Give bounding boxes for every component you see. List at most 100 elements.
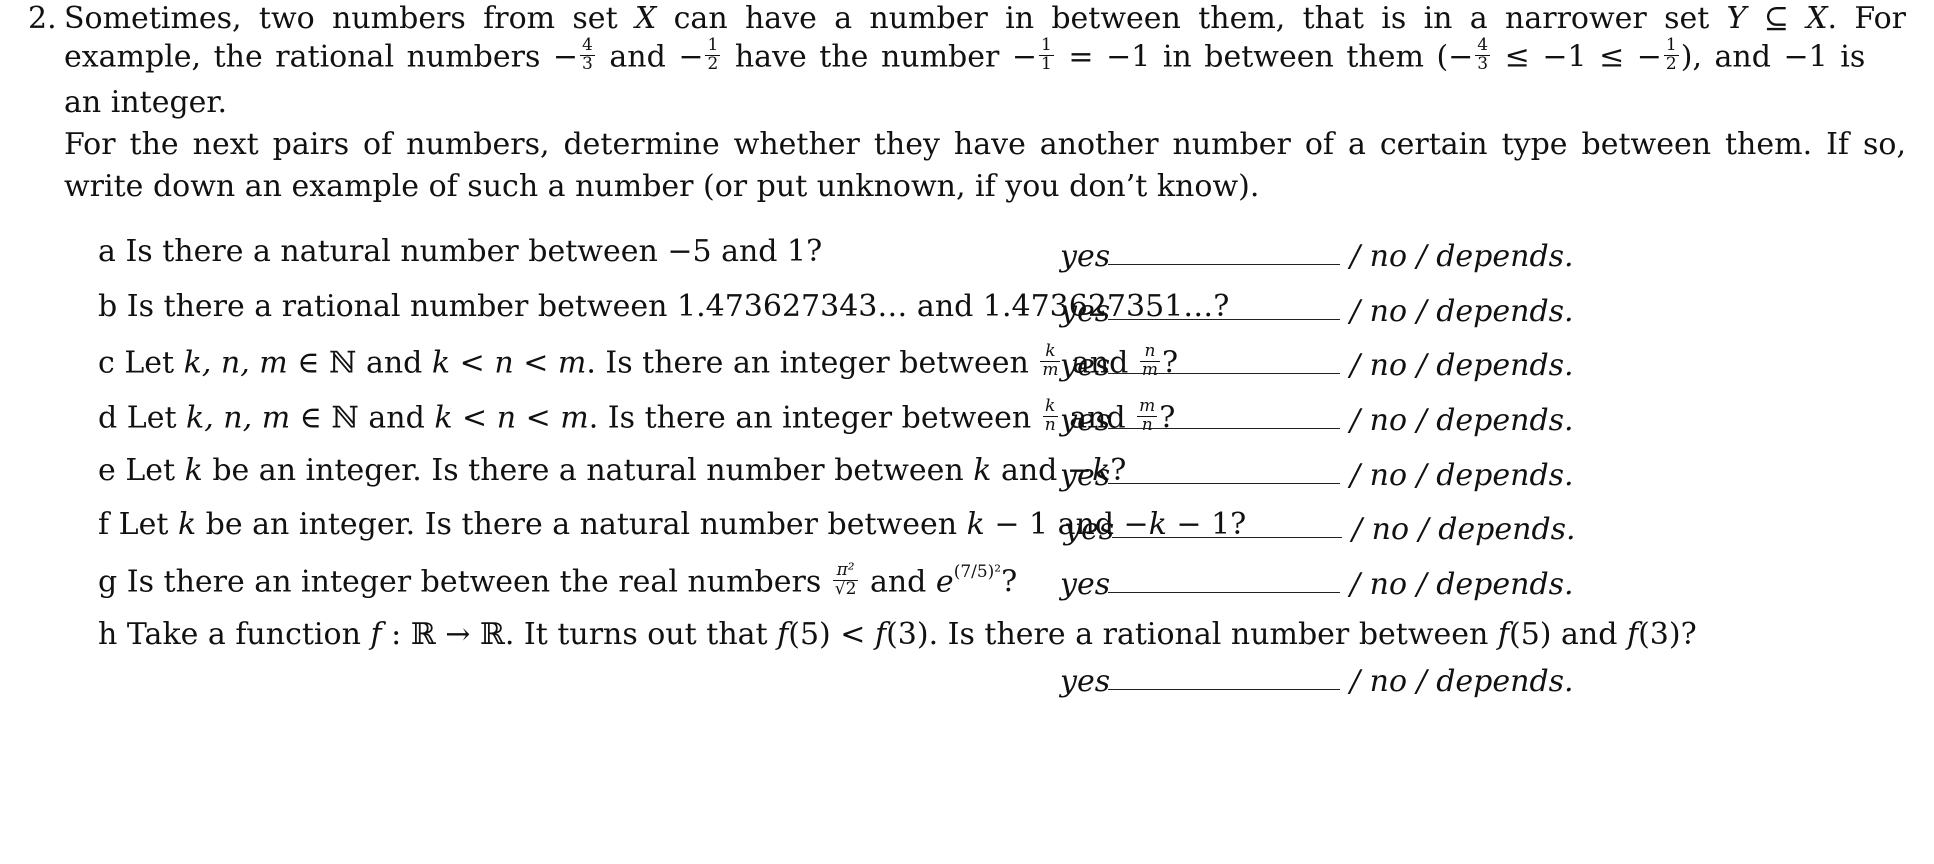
fraction: mn <box>1137 397 1158 435</box>
question-text: < <box>450 345 495 381</box>
answer-no-depends-options[interactable]: / no / depends. <box>1350 348 1574 383</box>
question-text: Let <box>125 453 185 488</box>
question-text: (3). Is there a rational number between <box>886 617 1498 652</box>
denominator: m <box>1141 359 1159 380</box>
question-label: d <box>98 400 118 436</box>
question-text: < <box>452 400 497 436</box>
question-text: Take a function <box>126 617 371 652</box>
answer-blank-field[interactable] <box>1108 483 1340 484</box>
question-d: d Let k, n, m ∈ ℕ and k < n < m. Is ther… <box>98 397 1176 438</box>
question-label: h <box>98 617 118 652</box>
question-text: : ℝ → ℝ. It turns out that <box>381 617 778 652</box>
answer-yes-option[interactable]: yes <box>1060 664 1110 699</box>
fraction: nm <box>1139 342 1161 380</box>
instruction-line-1: For the next pairs of numbers, determine… <box>64 127 1906 162</box>
question-text: ? <box>1159 400 1176 436</box>
question-label: b <box>98 289 118 324</box>
question-text: < <box>513 345 558 381</box>
intro-line-3: an integer. <box>64 85 228 120</box>
fraction: kn <box>1042 397 1058 435</box>
intro-text: ≤ −1 ≤ − <box>1492 39 1662 75</box>
fraction: 11 <box>1039 36 1054 74</box>
answer-no-depends-options[interactable]: / no / depends. <box>1350 239 1574 274</box>
denominator: 3 <box>1477 53 1489 74</box>
question-label: f <box>98 507 110 542</box>
fraction: km <box>1040 342 1061 380</box>
answer-blank-field[interactable] <box>1108 264 1340 265</box>
intro-text: ), and −1 is <box>1680 39 1866 75</box>
variable: k <box>973 453 992 488</box>
answer-yes-option[interactable]: yes <box>1064 512 1114 547</box>
question-text: (5) < <box>788 617 875 652</box>
question-label: e <box>98 453 116 488</box>
question-text: be an integer. Is there a natural number… <box>196 507 967 542</box>
question-text: < <box>516 400 561 436</box>
intro-text: and − <box>596 39 704 75</box>
intro-text: = −1 in between them (− <box>1055 39 1474 75</box>
question-text: be an integer. Is there a natural number… <box>202 453 974 488</box>
variable: f <box>370 617 382 652</box>
question-text: ∈ ℕ and <box>287 345 432 381</box>
question-label: c <box>98 345 115 381</box>
question-a: a Is there a natural number between −5 a… <box>98 237 822 267</box>
instruction-line-2: write down an example of such a number (… <box>64 169 1260 204</box>
answer-yes-option[interactable]: yes <box>1060 294 1110 329</box>
intro-text: example, the rational numbers − <box>64 39 579 75</box>
question-text: ? <box>1162 345 1179 381</box>
question-text: (5) and <box>1508 617 1627 652</box>
fraction: 12 <box>1663 36 1679 74</box>
answer-no-depends-options[interactable]: / no / depends. <box>1350 567 1574 602</box>
variable: m <box>560 400 589 436</box>
answer-no-depends-options[interactable]: / no / depends. <box>1350 294 1574 329</box>
intro-text: have the number − <box>722 39 1038 75</box>
fraction: 43 <box>580 36 595 74</box>
exponent: (7/5)² <box>953 562 1002 583</box>
answer-no-depends-options[interactable]: / no / depends. <box>1350 664 1574 699</box>
answer-no-depends-options[interactable]: / no / depends. <box>1350 403 1574 438</box>
answer-blank-field[interactable] <box>1108 428 1340 429</box>
variable: e <box>935 564 954 600</box>
variable: n <box>494 345 514 381</box>
question-text: . Is there an integer between <box>588 400 1041 436</box>
denominator: 2 <box>707 53 719 74</box>
variable: k, n, m <box>186 400 291 436</box>
variable: k <box>184 453 203 488</box>
answer-yes-option[interactable]: yes <box>1060 239 1110 274</box>
question-text: Is there a natural number between −5 and… <box>125 234 823 269</box>
question-text: ? <box>1001 564 1018 600</box>
question-text: Let <box>126 400 187 436</box>
denominator: 2 <box>1665 53 1677 74</box>
intro-text: can have a number in between them, that … <box>656 1 1727 36</box>
variable: k <box>177 507 197 542</box>
variable: f <box>1497 617 1509 652</box>
answer-blank-field[interactable] <box>1108 319 1340 320</box>
answer-yes-option[interactable]: yes <box>1060 458 1110 493</box>
answer-blank-field[interactable] <box>1108 373 1340 374</box>
question-c: c Let k, n, m ∈ ℕ and k < n < m. Is ther… <box>98 342 1179 383</box>
answer-yes-option[interactable]: yes <box>1060 348 1110 383</box>
denominator: 1 <box>1041 53 1052 74</box>
question-text: and <box>860 564 936 600</box>
denominator: n <box>1141 414 1153 435</box>
question-g: g Is there an integer between the real n… <box>98 561 1018 602</box>
question-text: ∈ ℕ and <box>290 400 435 436</box>
question-text: (3)? <box>1638 617 1697 652</box>
answer-yes-option[interactable]: yes <box>1060 403 1110 438</box>
question-h: h Take a function f : ℝ → ℝ. It turns ou… <box>98 620 1697 650</box>
set-y: Y <box>1726 1 1747 36</box>
question-label: a <box>98 234 116 269</box>
variable: k <box>966 507 985 542</box>
question-label: g <box>98 564 118 600</box>
variable: k <box>431 345 451 381</box>
answer-blank-field[interactable] <box>1112 537 1342 538</box>
answer-yes-option[interactable]: yes <box>1060 567 1110 602</box>
answer-no-depends-options[interactable]: / no / depends. <box>1352 512 1576 547</box>
question-e: e Let k be an integer. Is there a natura… <box>98 456 1126 486</box>
denominator: 3 <box>582 53 593 74</box>
answer-blank-field[interactable] <box>1108 592 1340 593</box>
intro-text: Sometimes, two numbers from set <box>64 1 635 36</box>
set-x: X <box>1806 1 1828 36</box>
problem-number: 2. <box>28 1 57 36</box>
answer-blank-field[interactable] <box>1108 689 1340 690</box>
answer-no-depends-options[interactable]: / no / depends. <box>1350 458 1574 493</box>
